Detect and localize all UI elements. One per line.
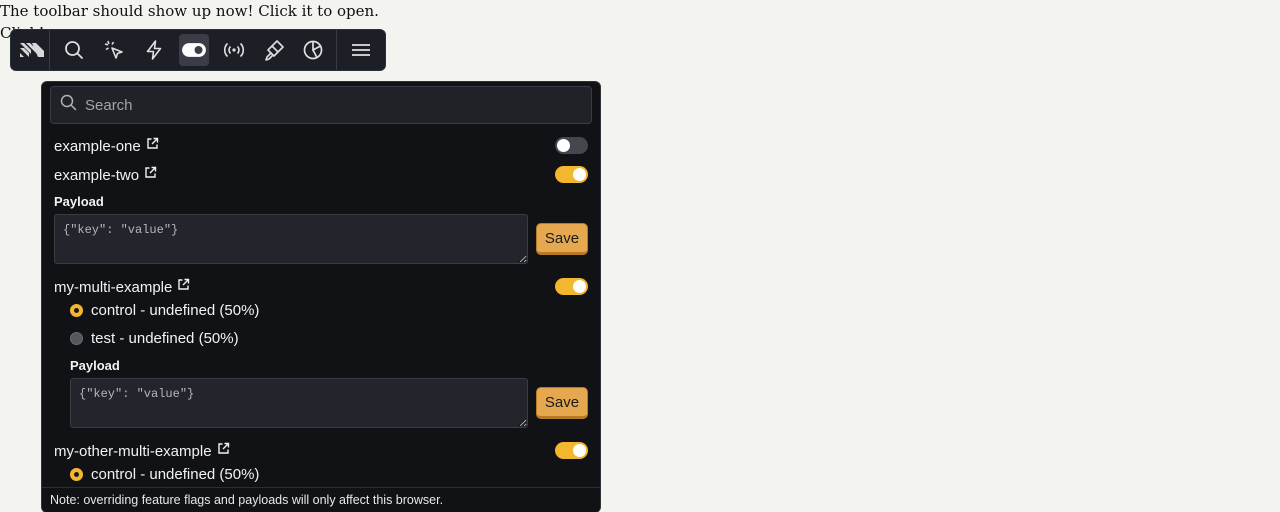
flag-name[interactable]: example-two	[54, 167, 139, 184]
variant-option[interactable]: test - undefined (50%)	[70, 330, 239, 347]
flag-toggle[interactable]	[555, 137, 588, 154]
flag-toggle[interactable]	[555, 442, 588, 459]
search-input[interactable]	[85, 96, 575, 114]
search-field[interactable]	[50, 86, 592, 124]
payload-textarea[interactable]	[54, 214, 528, 264]
inspect-icon[interactable]	[99, 34, 129, 66]
flag-toggle[interactable]	[555, 166, 588, 183]
flag-name[interactable]: example-one	[54, 138, 141, 155]
heatmap-icon[interactable]	[259, 34, 289, 66]
flag-row-example-one: example-one	[54, 135, 588, 157]
variant-label: control - undefined (50%)	[91, 302, 260, 319]
search-icon[interactable]	[59, 34, 89, 66]
flag-name[interactable]: my-other-multi-example	[54, 443, 212, 460]
search-icon	[60, 94, 77, 116]
flag-row-my-multi-example: my-multi-example	[54, 276, 588, 298]
panel-footer-note: Note: overriding feature flags and paylo…	[42, 487, 600, 512]
external-link-icon[interactable]	[177, 278, 190, 296]
radio-selected[interactable]	[70, 468, 83, 481]
external-link-icon[interactable]	[144, 166, 157, 184]
toolbar	[10, 29, 386, 71]
payload-textarea[interactable]	[70, 378, 528, 428]
pie-chart-icon[interactable]	[298, 34, 328, 66]
payload-label: Payload	[54, 194, 104, 209]
save-button[interactable]: Save	[536, 387, 588, 419]
logo-icon[interactable]	[15, 30, 51, 70]
variant-label: control - undefined (50%)	[91, 466, 260, 483]
radio-unselected[interactable]	[70, 332, 83, 345]
flag-toggle[interactable]	[555, 278, 588, 295]
variant-option[interactable]: control - undefined (50%)	[70, 302, 259, 319]
flag-row-my-other-multi-example: my-other-multi-example	[54, 440, 588, 462]
menu-icon[interactable]	[346, 34, 376, 66]
save-button[interactable]: Save	[536, 223, 588, 255]
broadcast-icon[interactable]	[219, 34, 249, 66]
flag-row-example-two: example-two	[54, 164, 588, 186]
radio-selected[interactable]	[70, 304, 83, 317]
external-link-icon[interactable]	[217, 442, 230, 460]
flag-name[interactable]: my-multi-example	[54, 279, 172, 296]
variant-option[interactable]: control - undefined (50%)	[70, 466, 259, 483]
variant-label: test - undefined (50%)	[91, 330, 239, 347]
actions-icon[interactable]	[139, 34, 169, 66]
page-instruction-text: The toolbar should show up now! Click it…	[0, 2, 379, 20]
toggle-icon[interactable]	[178, 34, 209, 66]
toolbar-divider	[336, 30, 338, 70]
feature-flags-panel: example-one example-two Payload Save my-…	[41, 81, 601, 512]
payload-label: Payload	[70, 358, 120, 373]
external-link-icon[interactable]	[146, 137, 159, 155]
